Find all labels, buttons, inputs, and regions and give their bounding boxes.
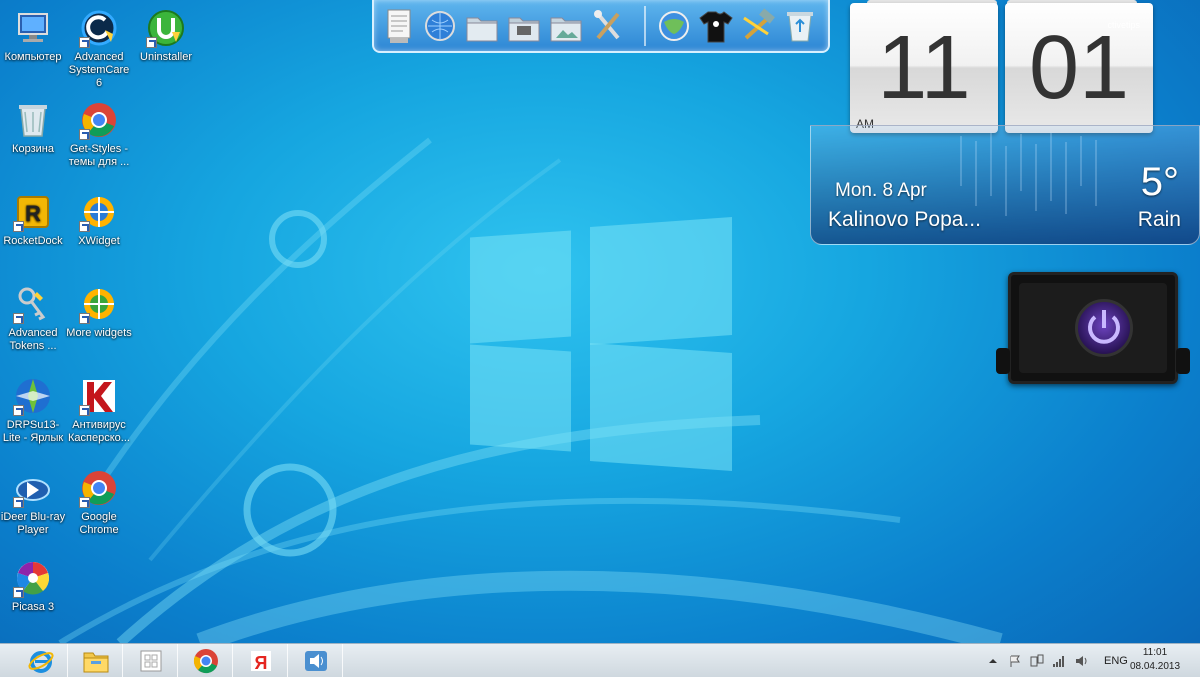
tshirt-icon[interactable] [698, 6, 734, 46]
icon-label: DRPSu13-Lite - Ярлык [2, 419, 64, 444]
desktop-icon-ideer-bluray[interactable]: iDeer Blu-ray Player [0, 468, 66, 537]
desktop-icon-picasa[interactable]: Picasa 3 [0, 558, 66, 614]
computer-icon [13, 8, 53, 48]
network-globe-icon[interactable] [656, 6, 692, 46]
power-widget-tab-right [1176, 348, 1190, 374]
xwidget-icon [79, 192, 119, 232]
volume-icon[interactable] [1074, 654, 1088, 668]
icon-label: Google Chrome [79, 511, 119, 536]
icon-label: Get-Styles - темы для ... [68, 143, 130, 168]
power-widget-face [1019, 283, 1167, 373]
file-explorer-icon [83, 652, 108, 673]
taskbar-yandex[interactable]: Я [234, 644, 288, 677]
picasa-icon [13, 558, 53, 598]
icon-label: Uninstaller [140, 51, 192, 63]
taskbar-chrome[interactable] [179, 644, 233, 677]
weather-location: Kalinovo Popa... [828, 208, 981, 231]
windows-store-icon [140, 650, 161, 672]
devices-icon[interactable] [1030, 654, 1044, 668]
taskbar-date: 08.04.2013 [1129, 661, 1181, 672]
desktop-icon-kaspersky[interactable]: Антивирус Касперско... [66, 376, 132, 445]
icon-label: Корзина [12, 143, 54, 155]
chrome-icon [79, 468, 119, 508]
icon-label: Picasa 3 [11, 601, 55, 613]
icon-label: iDeer Blu-ray Player [0, 511, 66, 536]
chrome-icon [193, 649, 218, 674]
hammer-icon[interactable] [740, 6, 776, 46]
power-icon[interactable] [1075, 299, 1133, 357]
desktop-icon-more-widgets[interactable]: More widgets [66, 284, 132, 340]
desktop: Компьютер Advanced SystemCare 6 Uninstal… [0, 0, 1200, 643]
action-center-flag-icon[interactable] [1008, 654, 1022, 668]
desktop-icon-drp[interactable]: DRPSu13-Lite - Ярлык [0, 376, 66, 445]
icon-label: Advanced SystemCare 6 [68, 51, 130, 89]
notepad-icon[interactable] [382, 6, 418, 46]
icon-label: Компьютер [4, 51, 62, 63]
desktop-icon-computer[interactable]: Компьютер [0, 8, 66, 64]
desktop-icon-uninstaller[interactable]: Uninstaller [133, 8, 199, 64]
internet-explorer-icon [27, 651, 54, 673]
desktop-icon-recycle-bin[interactable]: Корзина [0, 100, 66, 156]
svg-text:R: R [25, 201, 41, 226]
advanced-systemcare-icon [79, 8, 119, 48]
icon-label: XWidget [78, 235, 120, 247]
icon-label: More widgets [66, 327, 132, 339]
yandex-icon: Я [250, 651, 271, 673]
more-widgets-icon [79, 284, 119, 324]
uninstaller-icon [146, 8, 186, 48]
rocketdock-icon: R [13, 192, 53, 232]
windows-logo [470, 208, 732, 471]
globe-icon[interactable] [422, 6, 458, 46]
power-widget[interactable] [1008, 272, 1178, 384]
desktop-icon-rocketdock[interactable]: R RocketDock [0, 192, 66, 248]
photo-folder-icon[interactable] [548, 6, 584, 46]
network-signal-icon[interactable] [1052, 654, 1066, 668]
tools-icon[interactable] [590, 6, 626, 46]
dock-separator [644, 6, 646, 46]
icon-label: Advanced Tokens ... [8, 327, 58, 352]
rocketdock-bar [372, 0, 830, 53]
weather-temperature: 5° [1140, 160, 1179, 204]
svg-text:Я: Я [254, 653, 267, 673]
minute-digits: 01 [1028, 18, 1130, 118]
hour-digits: 11 [877, 18, 971, 118]
taskbar-internet-explorer[interactable] [14, 644, 68, 677]
taskbar: Я ENG 11:01 08.04.2013 [0, 643, 1200, 677]
system-tray: ENG [982, 644, 1128, 677]
speaker-icon [304, 651, 327, 671]
desktop-icon-get-styles[interactable]: Get-Styles - темы для ... [66, 100, 132, 169]
desktop-icon-advanced-tokens[interactable]: Advanced Tokens ... [0, 284, 66, 353]
taskbar-windows-store[interactable] [124, 644, 178, 677]
chrome-icon [79, 100, 119, 140]
weather-date: Mon. 8 Apr [835, 180, 927, 201]
bluray-player-icon [13, 468, 53, 508]
taskbar-clock[interactable]: 11:01 08.04.2013 [1120, 646, 1190, 674]
desktop-icon-xwidget[interactable]: XWidget [66, 192, 132, 248]
drp-icon [13, 376, 53, 416]
mail-folder-icon[interactable] [506, 6, 542, 46]
desktop-icon-advanced-systemcare[interactable]: Advanced SystemCare 6 [66, 8, 132, 90]
weather-condition: Rain [1137, 208, 1181, 231]
hour-card: 11 AM [850, 3, 998, 133]
kaspersky-icon [79, 376, 119, 416]
taskbar-file-explorer[interactable] [69, 644, 123, 677]
icon-label: RocketDock [3, 235, 63, 247]
show-hidden-icons-icon[interactable] [986, 654, 1000, 668]
taskbar-time: 11:01 [1142, 647, 1168, 658]
folder-icon[interactable] [464, 6, 500, 46]
weather-panel: Mon. 8 Apr Kalinovo Popa... 5° Rain [810, 125, 1200, 245]
clock-weather-widget[interactable]: 11 AM 01 ctivetips Mon. 8 Apr Kalinovo P… [810, 0, 1200, 250]
taskbar-speaker[interactable] [289, 644, 343, 677]
power-widget-tab-left [996, 348, 1010, 374]
recycle-bin-icon [13, 100, 53, 140]
icon-label: Антивирус Касперско... [68, 419, 130, 444]
widget-brand: ctivetips [1107, 20, 1140, 30]
keys-icon [13, 284, 53, 324]
desktop-icon-google-chrome[interactable]: Google Chrome [66, 468, 132, 537]
